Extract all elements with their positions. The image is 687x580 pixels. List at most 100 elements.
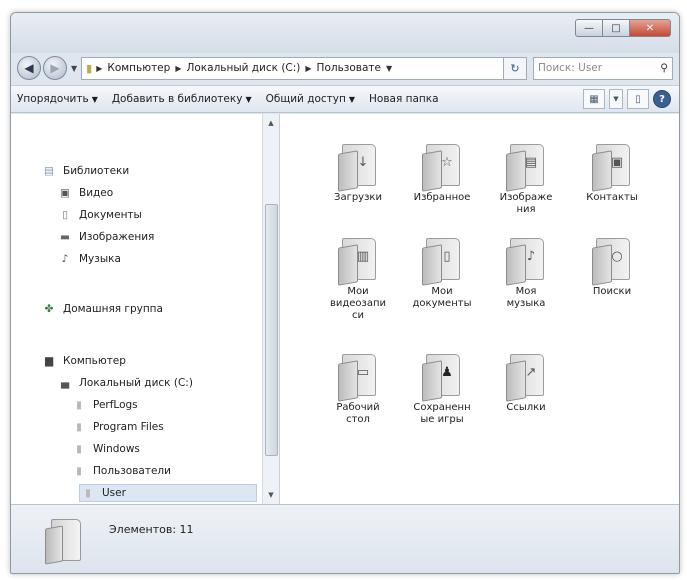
explorer-window: — □ ✕ ◀ ▶ ▼ ▮ ▶ Компьютер ▶ Локальный ди… [10,12,680,574]
new-folder-button[interactable]: Новая папка [369,93,439,105]
breadcrumb-users[interactable]: Пользовате [317,62,381,74]
folder-my-videos[interactable]: ▥ Мои видеозапи си [316,236,400,322]
item-label: Моя [515,286,537,297]
computer-icon: ▆ [44,355,54,367]
nav-label: Program Files [93,421,164,433]
folder-icon: ☆ [420,142,464,192]
nav-scrollbar[interactable]: ▲ ▼ [262,114,279,504]
item-label: документы [412,298,472,309]
item-label: Изображе [499,192,553,203]
nav-documents[interactable]: ▯ Документы [57,208,142,222]
scroll-up-icon[interactable]: ▲ [263,116,279,130]
item-label: ния [516,204,536,215]
item-label: музыка [506,298,546,309]
nav-user[interactable]: ▮ User [79,484,257,502]
folder-icon: ♟ [420,352,464,402]
folder-icon: ↓ [336,142,380,192]
nav-pictures[interactable]: ▬ Изображения [57,230,154,244]
share-button[interactable]: Общий доступ ▼ [266,93,355,105]
folder-my-music[interactable]: ♪ Моя музыка [484,236,568,310]
crumb-separator-icon: ▶ [175,63,182,73]
chess-piece-icon: ♟ [441,365,453,380]
folder-icon: ↗ [504,352,548,402]
nav-label: Изображения [79,231,155,243]
close-button[interactable]: ✕ [629,19,671,37]
view-options-button[interactable]: ▦ [583,89,605,109]
refresh-icon: ↻ [510,61,520,75]
item-label: Ссылки [506,402,546,413]
nav-local-disk[interactable]: ▄ Локальный диск (C:) [57,376,193,390]
window-controls: — □ ✕ [575,19,671,37]
forward-button[interactable]: ▶ [43,56,67,80]
minimize-button[interactable]: — [575,19,603,37]
folder-saved-games[interactable]: ♟ Сохраненн ые игры [400,352,484,426]
nav-users[interactable]: ▮ Пользователи [71,464,171,478]
item-label: Избранное [413,192,471,203]
item-label: Контакты [586,192,638,203]
address-bar[interactable]: ▮ ▶ Компьютер ▶ Локальный диск (C:) ▶ По… [81,56,504,80]
item-label: Загрузки [334,192,382,203]
nav-label: Локальный диск (C:) [79,377,193,389]
address-dropdown-icon[interactable]: ▼ [386,64,392,73]
details-pane: Элементов: 11 [11,504,679,573]
view-grid-icon: ▦ [589,93,599,105]
breadcrumb-local-disk[interactable]: Локальный диск (C:) [186,62,300,74]
folder-icon: ▮ [76,421,82,433]
folder-favorites[interactable]: ☆ Избранное [400,142,484,204]
folder-searches[interactable]: ○ Поиски [570,236,654,298]
nav-video[interactable]: ▣ Видео [57,186,113,200]
maximize-button[interactable]: □ [603,19,629,37]
breadcrumb-computer[interactable]: Компьютер [107,62,170,74]
nav-windows[interactable]: ▮ Windows [71,442,140,456]
scroll-thumb[interactable] [265,204,278,456]
nav-label: Домашняя группа [63,303,163,315]
help-button[interactable]: ? [653,90,671,108]
link-arrow-icon: ↗ [525,365,537,380]
folder-icon: ▥ [336,236,380,286]
recent-pages-dropdown[interactable]: ▼ [71,64,77,73]
item-label: Сохраненн [413,402,471,413]
item-label: Поиски [592,286,632,297]
music-note-icon: ♪ [526,249,536,264]
folder-pictures[interactable]: ▤ Изображе ния [484,142,568,216]
organize-button[interactable]: Упорядочить ▼ [17,93,98,105]
folder-icon: ○ [590,236,634,286]
scroll-down-icon[interactable]: ▼ [263,488,279,502]
back-button[interactable]: ◀ [17,56,41,80]
nav-music[interactable]: ♪ Музыка [57,252,121,266]
view-dropdown-button[interactable]: ▼ [609,89,623,109]
folder-my-documents[interactable]: ▯ Мои документы [400,236,484,310]
folder-icon: ▯ [420,236,464,286]
nav-program-files[interactable]: ▮ Program Files [71,420,164,434]
nav-label: Библиотеки [63,165,130,177]
add-to-library-button[interactable]: Добавить в библиотеку ▼ [112,93,252,105]
folder-desktop[interactable]: ▭ Рабочий стол [316,352,400,426]
item-count: Элементов: 11 [109,523,194,536]
folder-contacts[interactable]: ▣ Контакты [570,142,654,204]
libraries-icon: ▤ [44,165,54,177]
homegroup-icon: ✤ [44,303,54,315]
folder-links[interactable]: ↗ Ссылки [484,352,568,414]
folder-icon: ▣ [590,142,634,192]
chevron-down-icon: ▼ [245,95,252,104]
preview-pane-button[interactable]: ▯ [627,89,649,109]
folder-downloads[interactable]: ↓ Загрузки [316,142,400,204]
nav-label: Пользователи [93,465,171,477]
refresh-button[interactable]: ↻ [504,56,527,80]
search-placeholder: Поиск: User [538,62,603,74]
download-arrow-icon: ↓ [357,155,369,170]
nav-libraries[interactable]: ▤ Библиотеки [41,164,129,178]
desktop-icon: ▭ [356,365,370,380]
star-icon: ☆ [441,155,453,170]
nav-label: Музыка [79,253,121,265]
item-label: стол [346,414,370,425]
magnifier-icon: ○ [611,249,623,264]
chevron-down-icon: ▼ [91,95,98,104]
nav-homegroup[interactable]: ✤ Домашняя группа [41,302,163,316]
nav-computer[interactable]: ▆ Компьютер [41,354,126,368]
nav-perflogs[interactable]: ▮ PerfLogs [71,398,138,412]
command-bar: Упорядочить ▼ Добавить в библиотеку ▼ Общи… [11,85,679,113]
folder-icon: ▮ [76,443,82,455]
search-input[interactable]: Поиск: User ⚲ [533,56,673,80]
preview-pane-icon: ▯ [635,93,641,105]
